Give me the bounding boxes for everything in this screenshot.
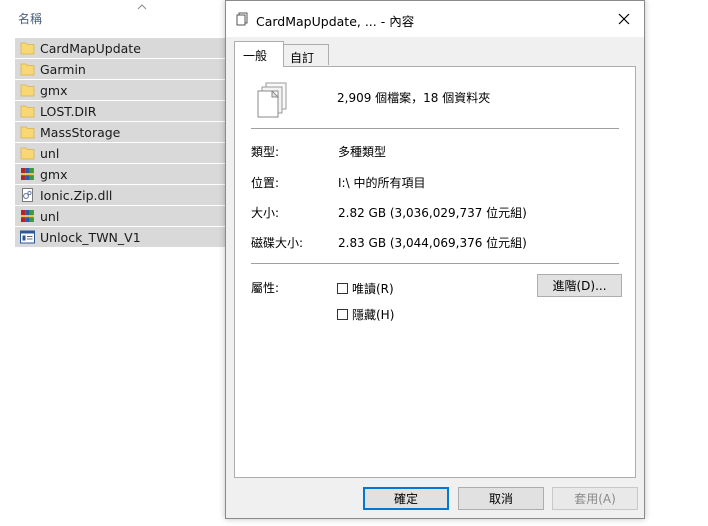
documents-icon [236,12,248,26]
apply-button[interactable]: 套用(A) [552,487,638,510]
list-item[interactable]: LOST.DIR [15,101,227,121]
column-header-name[interactable]: 名稱 [18,10,42,28]
file-name: gmx [40,166,68,182]
type-value: 多種類型 [338,145,387,159]
app-icon [20,230,35,244]
separator [251,128,619,129]
checkbox-box[interactable] [337,283,348,294]
size-label: 大小: [251,206,280,220]
list-item[interactable]: CardMapUpdate [15,38,227,58]
folder-icon [20,105,35,118]
sort-ascending-icon [137,4,147,10]
file-list: CardMapUpdate Garmin gmx LOST.DIR MassStorag… [15,38,227,248]
hidden-label: 隱藏(H) [352,308,395,322]
file-name: MassStorage [40,124,121,140]
file-name: gmx [40,82,68,98]
tab-general[interactable]: 一般 [234,41,284,67]
file-name: LOST.DIR [40,103,97,119]
list-item[interactable]: unl [15,206,227,226]
ok-button-label: 確定 [393,492,418,506]
location-label: 位置: [251,176,280,190]
multiple-files-icon [257,82,287,118]
checkbox-box[interactable] [337,309,348,320]
attributes-label: 屬性: [251,281,280,295]
advanced-button[interactable]: 進階(D)... [537,274,622,297]
file-name: unl [40,145,60,161]
dll-icon [22,188,33,202]
list-item[interactable]: Garmin [15,59,227,79]
list-item[interactable]: Ionic.Zip.dll [15,185,227,205]
tab-custom[interactable]: 自訂 [283,44,329,65]
title-bar[interactable]: CardMapUpdate, ... - 內容 [226,1,644,37]
separator [251,263,619,264]
hidden-checkbox[interactable]: 隱藏(H) [337,306,394,323]
properties-dialog: CardMapUpdate, ... - 內容 一般 自訂 2,909 個檔案，… [225,0,645,519]
cancel-button[interactable]: 取消 [458,487,544,510]
archive-icon [21,168,34,180]
list-item[interactable]: gmx [15,164,227,184]
tab-general-label: 一般 [243,49,268,63]
folder-icon [20,63,35,76]
size-on-disk-label: 磁碟大小: [251,236,304,250]
file-count-summary: 2,909 個檔案，18 個資料夾 [337,91,491,105]
column-header-label: 名稱 [18,12,43,26]
file-name: CardMapUpdate [40,40,141,56]
readonly-checkbox[interactable]: 唯讀(R) [337,280,394,297]
type-label: 類型: [251,145,280,159]
size-on-disk-value: 2.83 GB (3,044,069,376 位元組) [338,236,527,250]
list-item[interactable]: MassStorage [15,122,227,142]
close-icon [618,13,630,25]
apply-button-label: 套用(A) [574,492,616,506]
ok-button[interactable]: 確定 [363,487,449,510]
folder-icon [20,126,35,139]
list-item[interactable]: Unlock_TWN_V1 [15,227,227,247]
file-name: Unlock_TWN_V1 [40,229,141,245]
archive-icon [21,210,34,222]
file-name: unl [40,208,60,224]
advanced-button-label: 進階(D)... [552,279,607,293]
cancel-button-label: 取消 [488,492,513,506]
readonly-label: 唯讀(R) [352,282,394,296]
file-name: Ionic.Zip.dll [40,187,113,203]
location-value: I:\ 中的所有項目 [338,176,426,190]
list-item[interactable]: unl [15,143,227,163]
file-name: Garmin [40,61,86,77]
folder-icon [20,42,35,55]
general-panel: 2,909 個檔案，18 個資料夾 類型: 多種類型 位置: I:\ 中的所有項… [234,66,636,478]
folder-icon [20,84,35,97]
tab-custom-label: 自訂 [290,51,315,65]
dialog-title: CardMapUpdate, ... - 內容 [256,14,415,29]
close-button[interactable] [604,1,644,37]
list-item[interactable]: gmx [15,80,227,100]
folder-icon [20,147,35,160]
size-value: 2.82 GB (3,036,029,737 位元組) [338,206,527,220]
